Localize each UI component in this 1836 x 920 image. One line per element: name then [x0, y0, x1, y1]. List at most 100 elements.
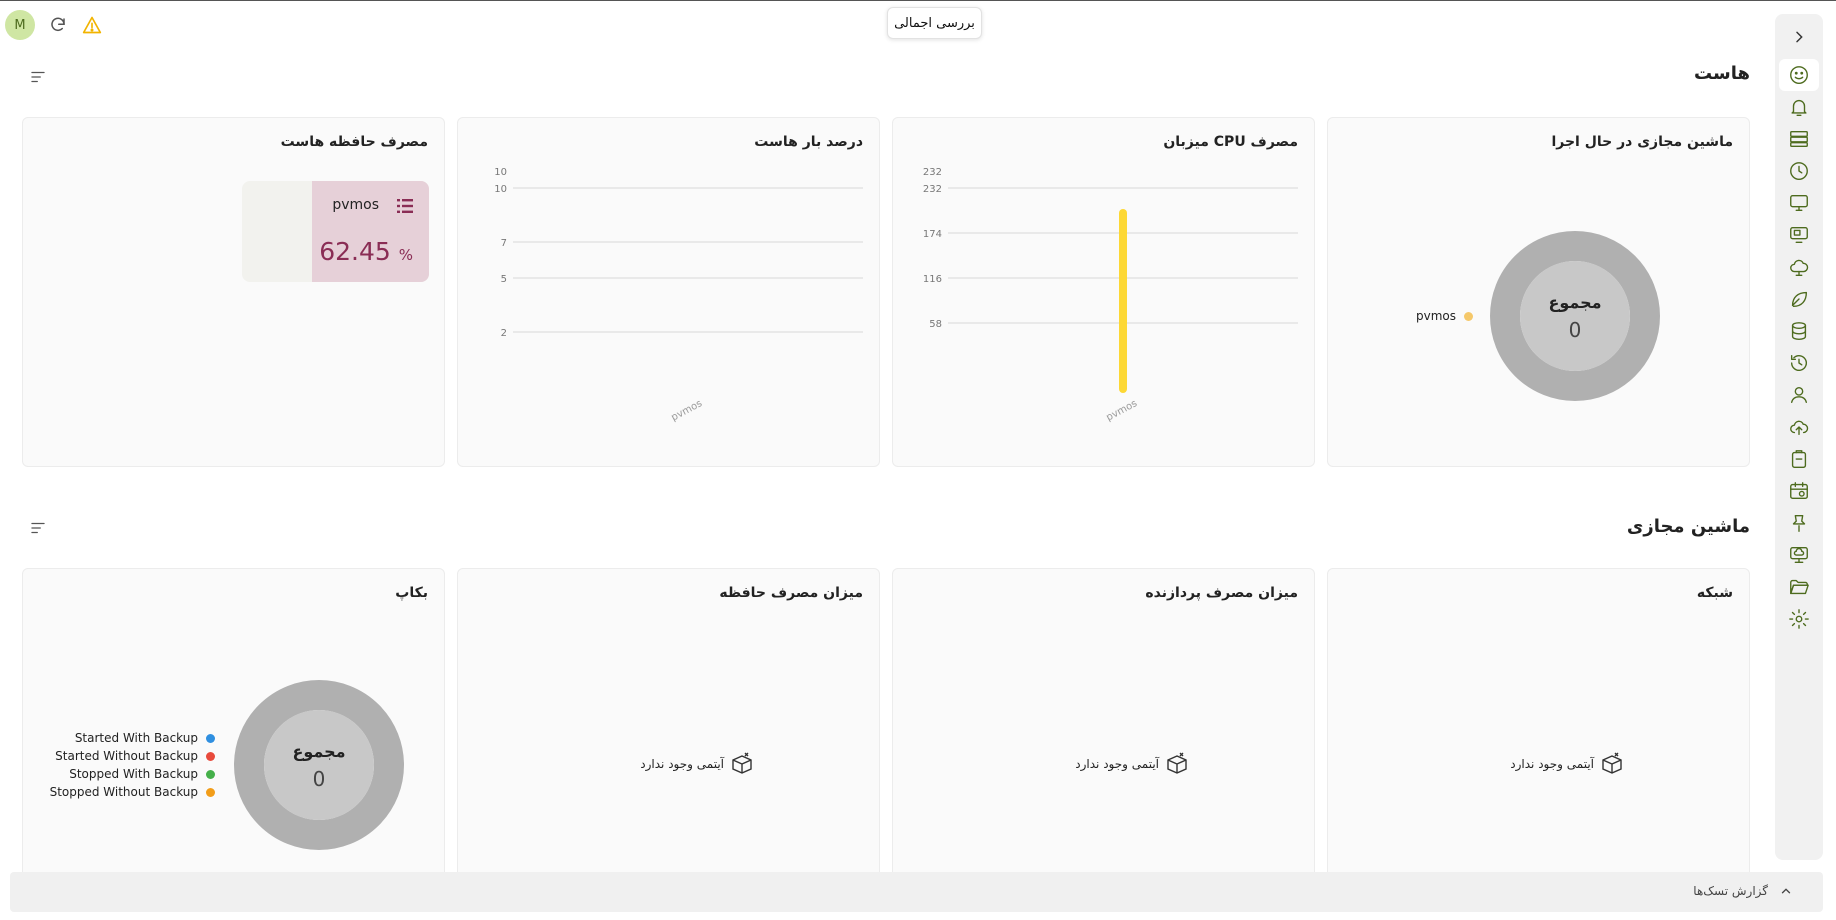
y-tick-label: 58: [929, 319, 942, 330]
vm-memory-usage-title: میزان مصرف حافظه: [719, 585, 863, 601]
x-tick-label: pvmos: [1105, 398, 1140, 423]
cloud-upload-icon: [1790, 420, 1809, 436]
vm-network-card: شبکه آیتمی وجود ندارد: [1327, 568, 1750, 878]
host-memory-card: مصرف حافظه هاست pvmos 62.45 %: [22, 117, 445, 467]
empty-state: آیتمی وجود ندارد: [1075, 752, 1189, 776]
host-cpu-card: مصرف CPU میزبان 58 116 174 232 232 pvmos: [892, 117, 1315, 467]
memory-host-name: pvmos: [332, 197, 379, 213]
pin-icon: [1792, 514, 1806, 532]
legend-label: Stopped With Backup: [69, 767, 198, 781]
bell-icon: [1791, 99, 1807, 116]
memory-unit: %: [398, 246, 413, 264]
sidebar-item-database[interactable]: [1779, 315, 1819, 347]
avatar-initial: M: [14, 17, 26, 33]
legend-item[interactable]: Stopped With Backup: [50, 765, 215, 783]
donut-center-value: 0: [313, 767, 326, 791]
backup-donut: مجموع 0: [233, 679, 405, 855]
sidebar-item-cloud-upload[interactable]: [1779, 411, 1819, 443]
history-icon: [1790, 354, 1807, 372]
monitor-copy-icon: [1790, 226, 1808, 244]
sidebar-toggle-button[interactable]: [1784, 22, 1814, 52]
legend-dot: [206, 787, 215, 797]
warning-button[interactable]: [81, 14, 103, 36]
sidebar-item-leaf[interactable]: [1779, 283, 1819, 315]
sidebar-item-monitor-copy[interactable]: [1779, 219, 1819, 251]
donut-center-value: 0: [1569, 318, 1582, 342]
user-icon: [1790, 386, 1808, 404]
chevron-up-icon[interactable]: [1779, 884, 1793, 898]
monitor-icon: [1790, 194, 1808, 212]
host-section-title: هاست: [1694, 63, 1750, 84]
y-tick-label: 232: [923, 184, 942, 195]
topbar-actions: M: [5, 10, 103, 40]
host-load-chart: 2 5 7 10 10 pvmos: [494, 168, 863, 423]
sidebar-item-monitor[interactable]: [1779, 187, 1819, 219]
memory-tile[interactable]: pvmos 62.45 %: [242, 181, 429, 282]
sidebar: [1775, 14, 1823, 860]
bar[interactable]: [1119, 208, 1127, 393]
host-filter-button[interactable]: [27, 66, 49, 88]
cloud-icon: [1790, 259, 1809, 276]
legend-label: pvmos: [1416, 309, 1457, 323]
empty-box-icon: [1602, 752, 1622, 774]
backup-legend: Started With Backup Started Without Back…: [50, 729, 215, 801]
sidebar-item-server[interactable]: [1779, 123, 1819, 155]
sidebar-item-pin[interactable]: [1779, 507, 1819, 539]
empty-box-icon: [732, 752, 752, 774]
folder-open-icon: [1790, 579, 1809, 595]
warning-icon: [82, 16, 102, 34]
host-load-card: درصد بار هاست 2 5 7 10 10 pvmos: [457, 117, 880, 467]
running-vms-card: ماشین مجازی در حال اجرا مجموع 0 pvmos: [1327, 117, 1750, 467]
legend-item[interactable]: pvmos: [1416, 307, 1474, 325]
sidebar-item-clock[interactable]: [1779, 155, 1819, 187]
host-cpu-title: مصرف CPU میزبان: [1163, 134, 1298, 150]
legend-item[interactable]: Stopped Without Backup: [50, 783, 215, 801]
leaf-icon: [1791, 291, 1808, 308]
page-title-text: بررسی اجمالی: [894, 15, 975, 31]
donut-center: [264, 710, 374, 820]
sidebar-item-monitor-cloud[interactable]: [1779, 539, 1819, 571]
sidebar-item-bell[interactable]: [1779, 91, 1819, 123]
y-tick-label: 7: [501, 238, 507, 249]
running-vms-legend: pvmos: [1416, 307, 1474, 325]
host-memory-title: مصرف حافظه هاست: [280, 134, 428, 150]
host-cpu-chart: 58 116 174 232 232 pvmos: [923, 168, 1298, 423]
vm-filter-button[interactable]: [27, 517, 49, 539]
sidebar-item-cloud[interactable]: [1779, 251, 1819, 283]
vm-backup-title: بکاپ: [395, 585, 428, 601]
refresh-button[interactable]: [47, 14, 69, 36]
avatar[interactable]: M: [5, 10, 35, 40]
filter-lines-icon: [31, 522, 45, 534]
sidebar-item-calendar-clock[interactable]: [1779, 475, 1819, 507]
sidebar-item-history[interactable]: [1779, 347, 1819, 379]
donut-center: [1520, 261, 1630, 371]
page-title: بررسی اجمالی: [887, 7, 982, 39]
calendar-clock-icon: [1790, 482, 1808, 500]
sidebar-item-settings[interactable]: [1779, 603, 1819, 635]
settings-icon: [1789, 609, 1809, 629]
legend-item[interactable]: Started Without Backup: [50, 747, 215, 765]
filter-lines-icon: [31, 71, 45, 83]
legend-item[interactable]: Started With Backup: [50, 729, 215, 747]
empty-box-icon: [1167, 752, 1187, 774]
sidebar-items: [1779, 59, 1819, 635]
legend-label: Stopped Without Backup: [49, 785, 198, 799]
y-tick-label: 116: [923, 274, 942, 285]
empty-state-text: آیتمی وجود ندارد: [1510, 757, 1594, 771]
legend-dot: [206, 769, 215, 779]
sidebar-item-dashboard[interactable]: [1779, 59, 1819, 91]
memory-value: 62.45 %: [319, 237, 413, 266]
host-load-title: درصد بار هاست: [754, 134, 863, 150]
sidebar-item-folder-open[interactable]: [1779, 571, 1819, 603]
empty-state: آیتمی وجود ندارد: [640, 752, 754, 776]
task-report-bar[interactable]: گزارش تسک‌ها: [10, 872, 1823, 912]
y-tick-label: 2: [501, 328, 507, 339]
x-tick-label: pvmos: [670, 398, 705, 423]
y-tick-label: 5: [501, 274, 507, 285]
sidebar-item-clipboard[interactable]: [1779, 443, 1819, 475]
y-tick-label: 232: [923, 168, 942, 178]
vm-backup-card: بکاپ مجموع 0 Started With Backup Started…: [22, 568, 445, 878]
legend-dot: [1464, 311, 1474, 321]
running-vms-donut: مجموع 0: [1489, 230, 1661, 406]
sidebar-item-user[interactable]: [1779, 379, 1819, 411]
